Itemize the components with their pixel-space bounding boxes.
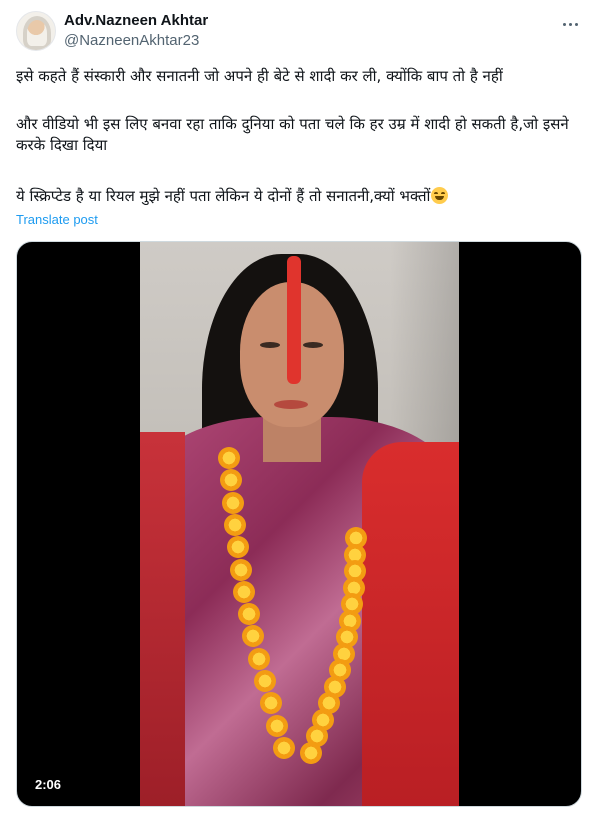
garland-flower xyxy=(224,513,247,536)
more-options-icon[interactable] xyxy=(558,14,582,34)
garland-flower xyxy=(226,536,249,559)
garland-flower xyxy=(247,647,270,670)
garland-flower xyxy=(273,737,295,759)
translate-post-link[interactable]: Translate post xyxy=(16,212,98,227)
garland-flower xyxy=(221,491,244,514)
post-text-paragraph-3-body: ये स्क्रिप्टेड है या रियल मुझे नहीं पता … xyxy=(16,187,431,205)
video-frame xyxy=(140,242,459,806)
garland-flower xyxy=(253,670,276,693)
avatar-figure xyxy=(23,16,51,50)
video-subject-lips xyxy=(274,400,308,409)
video-subject-sindoor xyxy=(287,256,301,384)
garland-flower xyxy=(218,447,240,469)
garland-flower xyxy=(229,558,252,581)
video-duration-badge: 2:06 xyxy=(29,774,68,796)
post-text-paragraph-2: और वीडियो भी इस लिए बनवा रहा ताकि दुनिया… xyxy=(16,115,569,154)
post-text-paragraph-3: ये स्क्रिप्टेड है या रियल मुझे नहीं पता … xyxy=(16,186,582,207)
post-header: Adv.Nazneen Akhtar @NazneenAkhtar23 xyxy=(16,10,582,54)
garland-flower xyxy=(219,469,242,492)
post-text-paragraph-1: इसे कहते हैं संस्कारी और सनातनी जो अपने … xyxy=(16,67,503,85)
video-subject-dupatta-left xyxy=(140,432,185,806)
grinning-face-emoji-icon xyxy=(431,187,449,204)
garland-flower xyxy=(266,714,289,737)
garland-flower xyxy=(237,603,260,626)
author-display-name[interactable]: Adv.Nazneen Akhtar xyxy=(64,12,208,29)
video-player[interactable]: 2:06 xyxy=(16,241,582,807)
garland-flower xyxy=(300,742,322,764)
video-subject-eye-right xyxy=(303,342,323,348)
author-avatar[interactable] xyxy=(16,11,56,51)
video-subject-eye-left xyxy=(260,342,280,348)
video-subject-dupatta-right xyxy=(362,442,459,806)
author-handle[interactable]: @NazneenAkhtar23 xyxy=(64,32,199,49)
